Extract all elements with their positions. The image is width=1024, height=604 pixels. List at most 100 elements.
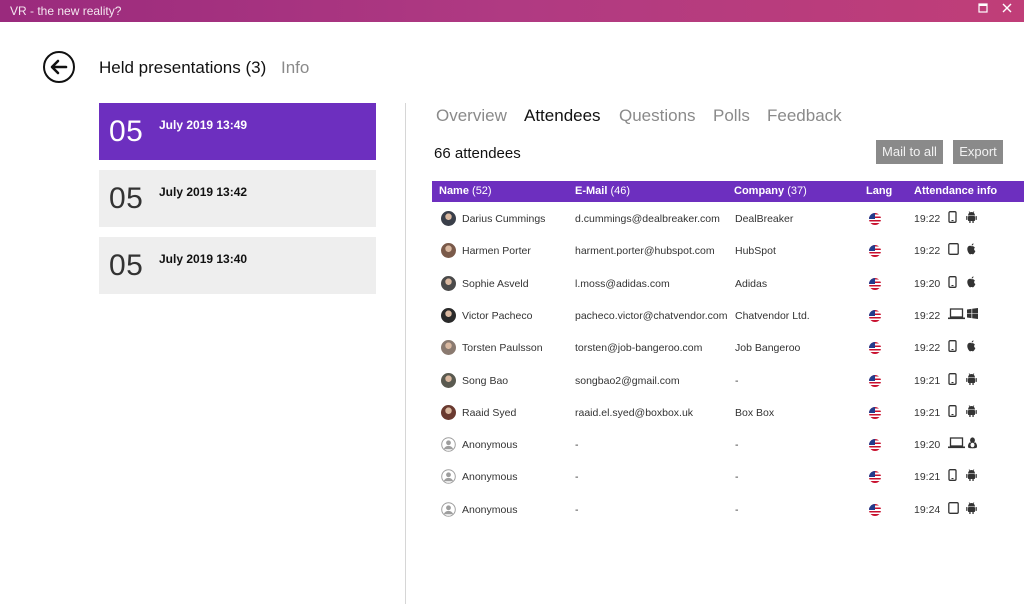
info-link[interactable]: Info — [281, 58, 309, 78]
presentation-item[interactable]: 05 July 2019 13:40 — [99, 237, 376, 294]
avatar — [441, 307, 456, 323]
table-row[interactable]: Anonymous - - 19:24 — [432, 494, 1024, 526]
table-row[interactable]: Harmen Porter harment.porter@hubspot.com H… — [432, 235, 1024, 267]
avatar — [441, 275, 456, 291]
windows-icon — [967, 307, 978, 322]
attendee-company: - — [735, 503, 739, 516]
export-button[interactable]: Export — [953, 140, 1003, 164]
table-row[interactable]: Raaid Syed raaid.el.syed@boxbox.uk Box Box… — [432, 397, 1024, 429]
table-row[interactable]: Darius Cummings d.cummings@dealbreaker.co… — [432, 203, 1024, 235]
us-flag-icon — [869, 342, 881, 355]
attendee-name: Anonymous — [462, 471, 518, 484]
attendance-time: 19:20 — [914, 277, 941, 290]
linux-icon — [967, 437, 978, 452]
presentation-day: 05 — [109, 115, 144, 148]
column-name[interactable]: Name (52) — [439, 185, 492, 197]
page-title: Held presentations (3) — [99, 58, 267, 77]
phone-icon — [948, 340, 957, 355]
title-bar: VR - the new reality? — [0, 0, 1024, 22]
apple-icon — [966, 243, 977, 258]
apple-icon — [966, 340, 977, 355]
phone-icon — [948, 469, 957, 484]
attendance-time: 19:21 — [914, 471, 941, 484]
tab-questions[interactable]: Questions — [619, 106, 696, 126]
attendee-company: - — [735, 439, 739, 452]
attendee-email: l.moss@adidas.com — [575, 277, 670, 290]
phone-icon — [948, 372, 957, 388]
column-attendance[interactable]: Attendance info — [914, 185, 997, 197]
table-row[interactable]: Victor Pacheco pacheco.victor@chatvendor.… — [432, 300, 1024, 332]
attendee-email: - — [575, 503, 579, 516]
anonymous-avatar-icon — [441, 501, 456, 517]
apple-icon — [966, 275, 977, 291]
us-flag-icon — [869, 245, 881, 258]
attendee-company: Chatvendor Ltd. — [735, 309, 810, 322]
attendee-name: Victor Pacheco — [462, 309, 533, 322]
phone-icon — [948, 404, 957, 420]
attendees-count: 66 attendees — [434, 145, 521, 162]
attendee-name: Sophie Asveld — [462, 277, 529, 290]
table-row[interactable]: Song Bao songbao2@gmail.com - 19:21 — [432, 365, 1024, 397]
attendance-time: 19:21 — [914, 406, 941, 419]
us-flag-icon — [869, 503, 881, 516]
avatar — [441, 340, 456, 356]
attendee-email: songbao2@gmail.com — [575, 374, 680, 387]
attendee-company: HubSpot — [735, 245, 776, 258]
panel-divider — [405, 103, 406, 604]
back-button[interactable] — [43, 51, 75, 83]
table-row[interactable]: Anonymous - - 19:21 — [432, 461, 1024, 493]
column-company[interactable]: Company (37) — [734, 185, 807, 197]
attendee-name: Anonymous — [462, 439, 518, 452]
column-lang[interactable]: Lang — [866, 185, 892, 197]
attendance-time: 19:22 — [914, 245, 941, 258]
attendee-company: Adidas — [735, 277, 768, 290]
tab-overview[interactable]: Overview — [436, 106, 507, 126]
attendance-time: 19:20 — [914, 439, 941, 452]
attendance-time: 19:22 — [914, 309, 941, 322]
us-flag-icon — [869, 439, 881, 452]
column-email[interactable]: E-Mail (46) — [575, 185, 630, 197]
table-row[interactable]: Anonymous - - 19:20 — [432, 429, 1024, 461]
tab-polls[interactable]: Polls — [713, 106, 750, 126]
arrow-left-icon — [50, 59, 68, 75]
attendee-company: Box Box — [735, 406, 775, 419]
phone-icon — [948, 275, 957, 291]
tablet-icon — [948, 243, 959, 258]
laptop-icon — [948, 308, 965, 323]
avatar — [441, 211, 456, 226]
attendee-company: Job Bangeroo — [735, 342, 801, 355]
attendee-email: - — [575, 439, 579, 452]
tab-attendees[interactable]: Attendees — [524, 106, 601, 126]
attendee-name: Song Bao — [462, 374, 509, 387]
phone-icon — [948, 211, 957, 226]
us-flag-icon — [869, 213, 881, 225]
attendance-time: 19:22 — [914, 342, 941, 355]
close-icon[interactable] — [1000, 3, 1014, 17]
avatar — [441, 243, 456, 259]
attendee-name: Torsten Paulsson — [462, 342, 543, 355]
attendee-email: d.cummings@dealbreaker.com — [575, 213, 720, 225]
restore-icon[interactable] — [976, 3, 990, 17]
presentation-date: July 2019 13:42 — [159, 185, 248, 199]
attendee-email: torsten@job-bangeroo.com — [575, 342, 703, 355]
us-flag-icon — [869, 277, 881, 290]
us-flag-icon — [869, 406, 881, 419]
table-row[interactable]: Sophie Asveld l.moss@adidas.com Adidas 19:2… — [432, 268, 1024, 300]
android-icon — [966, 469, 977, 484]
attendee-email: pacheco.victor@chatvendor.com — [575, 309, 728, 322]
attendee-name: Raaid Syed — [462, 406, 517, 419]
tab-feedback[interactable]: Feedback — [767, 106, 842, 126]
android-icon — [966, 501, 977, 517]
android-icon — [966, 211, 977, 226]
presentation-item[interactable]: 05 July 2019 13:49 — [99, 103, 376, 160]
mail-to-all-button[interactable]: Mail to all — [876, 140, 943, 164]
table-row[interactable]: Torsten Paulsson torsten@job-bangeroo.com… — [432, 332, 1024, 364]
us-flag-icon — [869, 471, 881, 484]
attendance-time: 19:22 — [914, 213, 941, 225]
attendance-time: 19:24 — [914, 503, 941, 516]
presentation-date: July 2019 13:40 — [159, 252, 248, 266]
presentation-date: July 2019 13:49 — [159, 118, 248, 132]
attendee-company: - — [735, 471, 739, 484]
attendee-email: raaid.el.syed@boxbox.uk — [575, 406, 694, 419]
presentation-item[interactable]: 05 July 2019 13:42 — [99, 170, 376, 227]
